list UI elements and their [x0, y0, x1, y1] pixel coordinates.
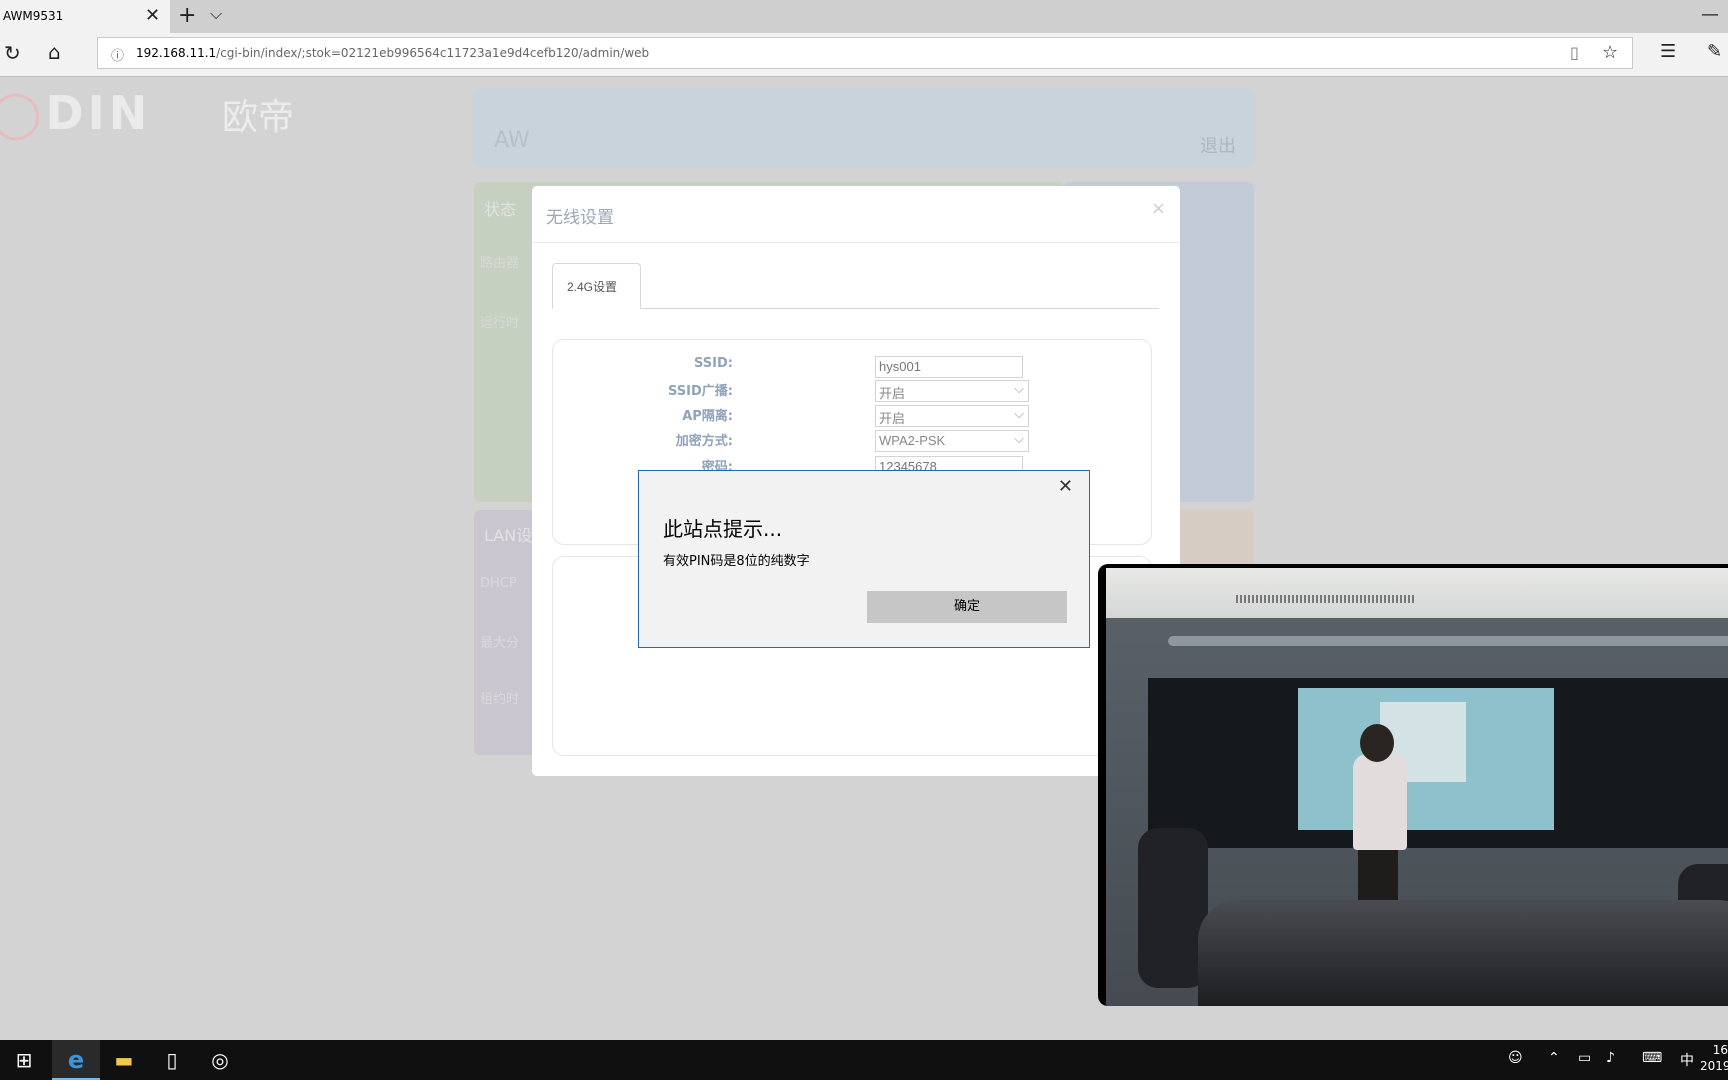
- ap-isolation-value: 开启: [879, 411, 906, 426]
- tab-close-icon[interactable]: ✕: [145, 5, 160, 26]
- lan-item-dhcp: DHCP: [480, 576, 517, 591]
- browser-tab-bar: AWM9531 ✕ + ⌵ —: [0, 0, 1728, 33]
- tab-2g-settings[interactable]: 2.4G设置: [552, 263, 641, 309]
- favorites-hub-icon[interactable]: ☰: [1660, 41, 1676, 62]
- new-tab-icon[interactable]: +: [178, 3, 196, 28]
- chevron-down-icon: ⌵: [1014, 381, 1024, 396]
- video-conference-table: [1198, 900, 1728, 1006]
- ap-isolation-select[interactable]: 开启 ⌵: [875, 405, 1029, 427]
- url-path: /cgi-bin/index/;stok=02121eb996564c11723…: [216, 46, 650, 60]
- url-text[interactable]: 192.168.11.1/cgi-bin/index/;stok=02121eb…: [136, 46, 649, 60]
- video-presenter-body: [1353, 754, 1407, 850]
- alert-close-icon[interactable]: ✕: [1058, 476, 1073, 497]
- tab-divider: [552, 308, 1159, 309]
- alert-message: 有效PIN码是8位的纯数字: [663, 554, 810, 569]
- video-ceiling: [1106, 568, 1728, 618]
- logout-link[interactable]: 退出: [1200, 132, 1236, 158]
- volume-icon[interactable]: ♪: [1606, 1050, 1615, 1066]
- encryption-label: 加密方式:: [675, 434, 733, 449]
- ssid-broadcast-label: SSID广播:: [668, 384, 733, 399]
- refresh-icon[interactable]: ↻: [4, 41, 21, 65]
- lan-item-max: 最大分: [480, 636, 520, 651]
- lan-card-title: LAN设: [484, 526, 533, 545]
- dialog-header: 无线设置 ×: [532, 186, 1180, 243]
- encryption-value: WPA2-PSK: [879, 433, 946, 448]
- home-icon[interactable]: ⌂: [48, 40, 61, 64]
- site-alert-dialog: ✕ 此站点提示... 有效PIN码是8位的纯数字 确定: [638, 470, 1090, 648]
- ssid-broadcast-value: 开启: [879, 386, 906, 401]
- clock[interactable]: 16 2019: [1700, 1042, 1728, 1074]
- tab-title: AWM9531: [3, 9, 64, 23]
- chevron-down-icon: ⌵: [1014, 431, 1024, 446]
- ssid-label: SSID:: [694, 356, 733, 371]
- ok-button[interactable]: 确定: [867, 591, 1067, 623]
- logo-text: DIN: [45, 86, 152, 140]
- people-icon[interactable]: ☺: [1508, 1050, 1523, 1066]
- url-host: 192.168.11.1: [136, 46, 217, 60]
- status-item-router: 路由器: [480, 256, 520, 271]
- ssid-broadcast-select[interactable]: 开启 ⌵: [875, 380, 1029, 402]
- alert-title: 此站点提示...: [663, 517, 783, 541]
- address-bar: ↻ ⌂ ⓘ 192.168.11.1/cgi-bin/index/;stok=0…: [0, 33, 1728, 77]
- brand-logo-cn: 欧帝: [222, 97, 295, 138]
- browser-tab[interactable]: AWM9531 ✕: [0, 0, 170, 33]
- lan-item-lease: 租约时: [480, 692, 520, 707]
- task-view-icon[interactable]: ⊞: [0, 1040, 48, 1080]
- dialog-title: 无线设置: [546, 208, 614, 228]
- clock-date: 2019: [1700, 1059, 1728, 1073]
- tab-2g-label: 2.4G设置: [567, 280, 618, 294]
- status-item-uptime: 运行时: [480, 316, 520, 331]
- video-vent: [1236, 595, 1416, 603]
- tab-list-chevron-icon[interactable]: ⌵: [210, 4, 222, 24]
- info-icon[interactable]: ⓘ: [111, 45, 124, 64]
- obs-icon[interactable]: ◎: [196, 1040, 244, 1080]
- network-icon[interactable]: ▭: [1578, 1050, 1591, 1066]
- chevron-down-icon: ⌵: [1014, 406, 1024, 421]
- keyboard-icon[interactable]: ⌨: [1642, 1050, 1662, 1066]
- video-presenter-legs: [1358, 848, 1398, 908]
- reading-view-icon[interactable]: ▯: [1570, 43, 1579, 62]
- file-explorer-icon[interactable]: ▬: [100, 1040, 148, 1080]
- ap-isolation-label: AP隔离:: [682, 409, 733, 424]
- taskbar: ⊞ e ▬ ▯ ◎ ☺ ⌃ ▭ ♪ ⌨ 中 16 2019: [0, 1040, 1728, 1080]
- dialog-close-icon[interactable]: ×: [1151, 198, 1166, 219]
- favorite-star-icon[interactable]: ☆: [1602, 42, 1618, 63]
- minimize-icon[interactable]: —: [1701, 4, 1719, 25]
- header-card: AW 退出: [474, 88, 1254, 168]
- video-presenter-head: [1360, 724, 1394, 762]
- device-name-partial: AW: [494, 128, 530, 153]
- video-rail: [1168, 636, 1728, 646]
- camera-video-overlay: [1098, 564, 1728, 1006]
- status-card-title: 状态: [484, 200, 517, 219]
- url-input[interactable]: ⓘ 192.168.11.1/cgi-bin/index/;stok=02121…: [97, 37, 1633, 69]
- clock-time: 16: [1712, 1043, 1728, 1057]
- web-note-icon[interactable]: ✎: [1707, 41, 1722, 62]
- input-method-indicator[interactable]: 中: [1680, 1050, 1694, 1070]
- brand-logo: ◯DIN: [0, 86, 152, 140]
- encryption-select[interactable]: WPA2-PSK ⌵: [875, 430, 1029, 452]
- ssid-input[interactable]: hys001: [875, 356, 1023, 378]
- edge-browser-icon[interactable]: e: [52, 1040, 100, 1080]
- show-hidden-icons-chevron-icon[interactable]: ⌃: [1548, 1050, 1560, 1066]
- document-icon[interactable]: ▯: [148, 1040, 196, 1080]
